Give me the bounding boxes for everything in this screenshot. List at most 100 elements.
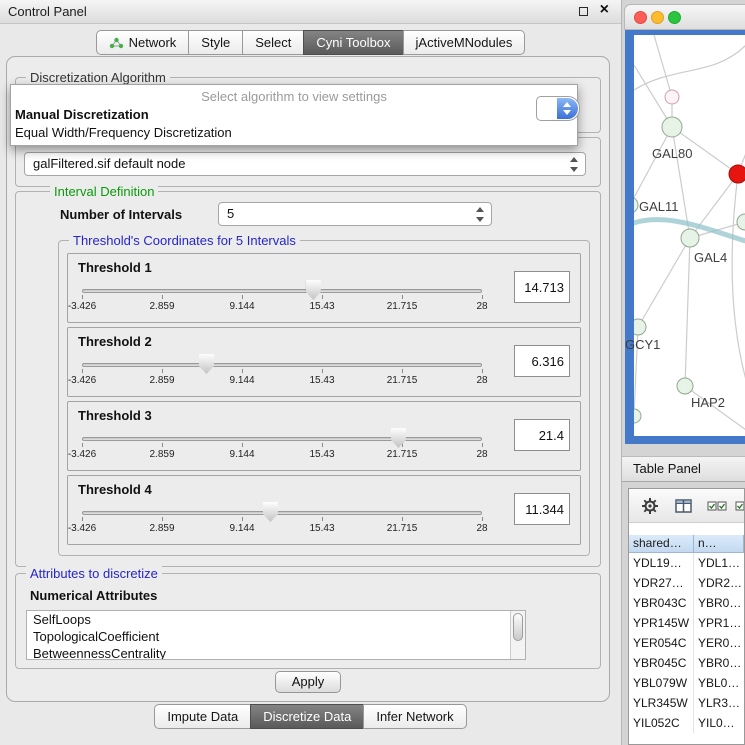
cell-shared-name[interactable]: YBR043C xyxy=(629,593,694,613)
cell-name[interactable]: YBR0… xyxy=(694,593,744,613)
slider-tick xyxy=(322,443,323,447)
table-row[interactable]: YER054CYER0… xyxy=(629,633,744,653)
table-row[interactable]: YDR27…YDR2… xyxy=(629,573,744,593)
close-traffic-light[interactable] xyxy=(634,11,647,24)
number-of-intervals-combobox[interactable]: 5 xyxy=(218,202,492,226)
cell-shared-name[interactable]: YBL079W xyxy=(629,673,694,693)
list-item[interactable]: BetweennessCentrality xyxy=(27,645,525,660)
tab-discretize-data[interactable]: Discretize Data xyxy=(250,704,364,729)
slider-knob[interactable] xyxy=(263,502,278,522)
table-columns-icon[interactable] xyxy=(675,499,692,513)
list-item[interactable]: SelfLoops xyxy=(27,611,525,628)
scrollbar-thumb[interactable] xyxy=(513,613,523,641)
slider-tick xyxy=(242,443,243,447)
minimize-traffic-light[interactable] xyxy=(651,11,664,24)
table-row[interactable]: YBR043CYBR0… xyxy=(629,593,744,613)
checkbox-list-icon[interactable] xyxy=(735,500,745,512)
node-label[interactable]: GAL4 xyxy=(694,250,727,265)
group-title: Threshold's Coordinates for 5 Intervals xyxy=(69,233,300,248)
scale-label: 28 xyxy=(476,301,487,312)
list-item[interactable]: TopologicalCoefficient xyxy=(27,628,525,645)
slider-knob[interactable] xyxy=(199,354,214,374)
apply-button[interactable]: Apply xyxy=(275,671,341,693)
cell-shared-name[interactable]: YIL052C xyxy=(629,713,694,733)
tab-style[interactable]: Style xyxy=(188,30,243,55)
slider-tick xyxy=(242,369,243,373)
tab-cyni-toolbox[interactable]: Cyni Toolbox xyxy=(303,30,403,55)
slider-track[interactable] xyxy=(82,511,482,515)
tab-network[interactable]: Network xyxy=(96,30,190,55)
column-header-shared-name[interactable]: shared… xyxy=(629,535,694,553)
slider-scale: -3.426 2.859 9.144 15.43 21.715 28 xyxy=(82,375,482,387)
slider-track[interactable] xyxy=(82,437,482,441)
node-label[interactable]: GCY1 xyxy=(625,337,660,352)
threshold-3-block: Threshold 3 -3.426 2.859 9.144 15.43 21.… xyxy=(67,401,581,471)
dropdown-item-equal-width-frequency[interactable]: Equal Width/Frequency Discretization xyxy=(11,124,577,142)
cell-name[interactable]: YBL0… xyxy=(694,673,744,693)
table-row[interactable]: YBR045CYBR0… xyxy=(629,653,744,673)
scale-label: 15.43 xyxy=(309,375,334,386)
checkbox-pair-icon[interactable] xyxy=(707,500,727,512)
cell-shared-name[interactable]: YLR345W xyxy=(629,693,694,713)
table-row[interactable]: YDL19…YDL1… xyxy=(629,553,744,573)
node-label[interactable]: HAP2 xyxy=(691,395,725,410)
slider-track[interactable] xyxy=(82,289,482,293)
network-canvas[interactable] xyxy=(634,35,745,436)
cell-shared-name[interactable]: YER054C xyxy=(629,633,694,653)
close-icon[interactable]: × xyxy=(600,1,609,19)
node-label[interactable]: GAL11 xyxy=(639,199,679,214)
threshold-slider[interactable]: -3.426 2.859 9.144 15.43 21.715 28 xyxy=(82,279,482,315)
combobox-stepper-icon[interactable] xyxy=(557,98,578,119)
combobox-stepper-icon[interactable] xyxy=(569,156,580,173)
threshold-value-input[interactable] xyxy=(514,345,570,377)
cell-name[interactable]: YPR1… xyxy=(694,613,744,633)
threshold-slider[interactable]: -3.426 2.859 9.144 15.43 21.715 28 xyxy=(82,427,482,463)
numerical-attributes-list[interactable]: SelfLoops TopologicalCoefficient Between… xyxy=(26,610,526,660)
cell-name[interactable]: YDL1… xyxy=(694,553,744,573)
slider-scale: -3.426 2.859 9.144 15.43 21.715 28 xyxy=(82,449,482,461)
tab-infer-network[interactable]: Infer Network xyxy=(363,704,466,729)
node-label[interactable]: GAL80 xyxy=(652,146,692,161)
slider-knob[interactable] xyxy=(306,280,321,300)
table-row[interactable]: YBL079WYBL0… xyxy=(629,673,744,693)
combobox-stepper-icon[interactable] xyxy=(475,206,486,223)
settings-gear-icon[interactable] xyxy=(641,497,659,515)
table-row[interactable]: YLR345WYLR3… xyxy=(629,693,744,713)
table-row[interactable]: YIL052CYIL0… xyxy=(629,713,744,733)
threshold-slider[interactable]: -3.426 2.859 9.144 15.43 21.715 28 xyxy=(82,501,482,537)
cell-shared-name[interactable]: YDL19… xyxy=(629,553,694,573)
cell-name[interactable]: YBR0… xyxy=(694,653,744,673)
column-header-name[interactable]: n… xyxy=(694,535,744,553)
network-window-titlebar[interactable] xyxy=(624,4,745,30)
scale-label: 15.43 xyxy=(309,449,334,460)
cell-name[interactable]: YLR3… xyxy=(694,693,744,713)
table-row[interactable]: YPR145WYPR1… xyxy=(629,613,744,633)
cyni-toolbox-panel: Discretization Algorithm Table Data galF… xyxy=(6,56,610,702)
threshold-value-input[interactable] xyxy=(514,271,570,303)
threshold-slider[interactable]: -3.426 2.859 9.144 15.43 21.715 28 xyxy=(82,353,482,389)
algorithm-combobox-stepper[interactable] xyxy=(536,96,580,121)
cell-shared-name[interactable]: YPR145W xyxy=(629,613,694,633)
table-data-combobox[interactable]: galFiltered.sif default node xyxy=(24,152,586,176)
tab-impute-data[interactable]: Impute Data xyxy=(154,704,251,729)
tab-select[interactable]: Select xyxy=(242,30,304,55)
dropdown-item-manual-discretization[interactable]: Manual Discretization xyxy=(11,106,577,124)
cell-name[interactable]: YIL0… xyxy=(694,713,744,733)
cell-name[interactable]: YDR2… xyxy=(694,573,744,593)
threshold-value-input[interactable] xyxy=(514,419,570,451)
slider-knob[interactable] xyxy=(391,428,406,448)
dropdown-placeholder-item[interactable]: Select algorithm to view settings xyxy=(11,85,577,106)
float-window-icon[interactable] xyxy=(579,7,588,16)
list-scrollbar[interactable] xyxy=(510,611,525,659)
cell-shared-name[interactable]: YBR045C xyxy=(629,653,694,673)
zoom-traffic-light[interactable] xyxy=(668,11,681,24)
cell-shared-name[interactable]: YDR27… xyxy=(629,573,694,593)
threshold-2-block: Threshold 2 -3.426 2.859 9.144 15.43 21.… xyxy=(67,327,581,397)
slider-tick xyxy=(482,295,483,299)
tab-jactivemnodules[interactable]: jActiveMNodules xyxy=(403,30,526,55)
threshold-value-input[interactable] xyxy=(514,493,570,525)
table-body: YDL19…YDL1… YDR27…YDR2… YBR043CYBR0… YPR… xyxy=(629,553,744,744)
cell-name[interactable]: YER0… xyxy=(694,633,744,653)
slider-track[interactable] xyxy=(82,363,482,367)
tab-label: Infer Network xyxy=(376,709,453,724)
